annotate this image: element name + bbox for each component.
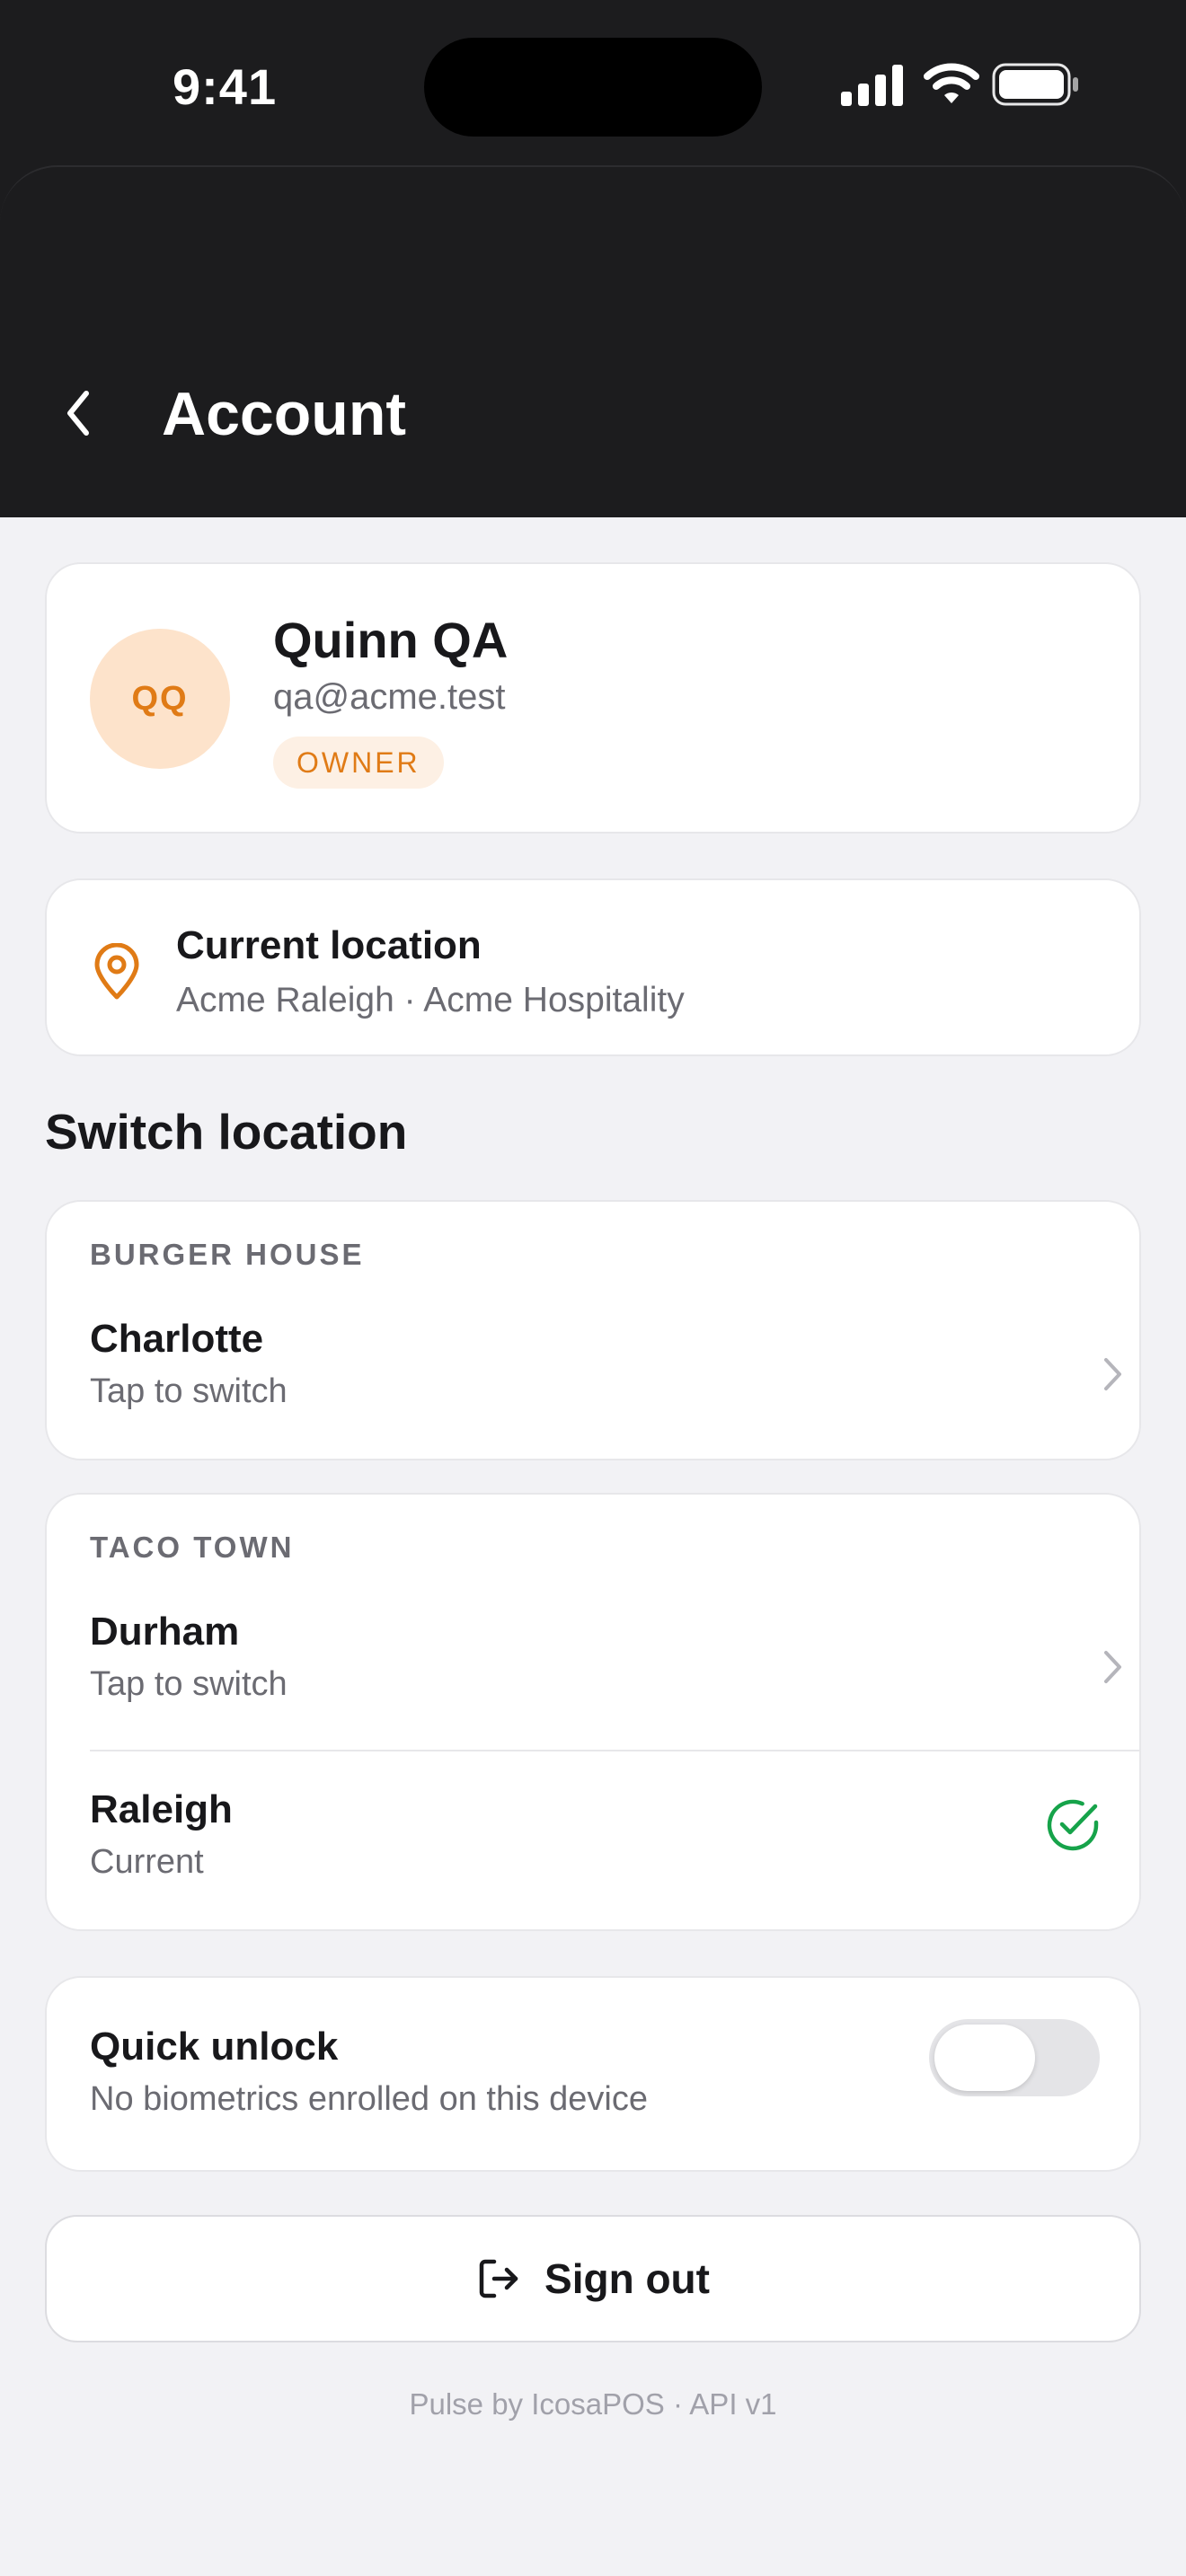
battery-icon [992,63,1078,106]
row-divider [90,1750,1141,1751]
toggle-knob [934,2025,1035,2091]
location-group-card: BURGER HOUSE Charlotte Tap to switch [45,1200,1141,1460]
location-status: Current [90,1843,204,1881]
role-badge: OWNER [273,737,444,789]
check-circle-icon [1047,1799,1099,1851]
footer-text: Pulse by IcosaPOS · API v1 [409,2387,777,2421]
location-name: Durham [90,1610,240,1654]
cellular-signal-icon [841,65,903,106]
location-row-charlotte[interactable]: Charlotte Tap to switch [47,1317,1139,1493]
group-label: TACO TOWN [90,1531,295,1564]
chevron-right-icon [1104,1358,1121,1390]
quick-unlock-toggle[interactable] [929,2019,1100,2096]
avatar: QQ [90,629,230,769]
location-name: Charlotte [90,1317,264,1361]
location-name: Raleigh [90,1787,233,1831]
map-pin-icon [94,943,139,1000]
switch-location-heading: Switch location [45,1104,408,1160]
app-header: 9:41 Account [0,0,1186,517]
group-label: BURGER HOUSE [90,1238,365,1271]
current-location-title: Current location [176,923,482,967]
current-location-subtitle: Acme Raleigh · Acme Hospitality [176,981,685,1019]
chevron-left-icon[interactable] [59,384,99,442]
status-time: 9:41 [173,58,278,115]
location-row-durham[interactable]: Durham Tap to switch [47,1610,1139,1786]
location-row-raleigh[interactable]: Raleigh Current [47,1787,1139,1963]
wifi-icon [924,63,979,103]
quick-unlock-card: Quick unlock No biometrics enrolled on t… [45,1976,1141,2172]
current-location-card: Current location Acme Raleigh · Acme Hos… [45,878,1141,1056]
sign-out-label: Sign out [544,2255,710,2302]
quick-unlock-title: Quick unlock [90,2025,339,2069]
profile-name: Quinn QA [273,612,509,668]
location-status: Tap to switch [90,1665,288,1703]
quick-unlock-subtitle: No biometrics enrolled on this device [90,2080,648,2118]
location-status: Tap to switch [90,1372,288,1410]
profile-card: QQ Quinn QA qa@acme.test OWNER [45,562,1141,834]
dynamic-island [424,38,762,137]
chevron-right-icon [1104,1651,1121,1683]
profile-email: qa@acme.test [273,677,506,717]
location-group-card: TACO TOWN Durham Tap to switch Raleigh C… [45,1493,1141,1931]
header-sheet [0,165,1186,517]
page-title: Account [162,380,406,448]
sign-out-icon [479,2259,518,2298]
sign-out-button[interactable]: Sign out [45,2215,1141,2342]
